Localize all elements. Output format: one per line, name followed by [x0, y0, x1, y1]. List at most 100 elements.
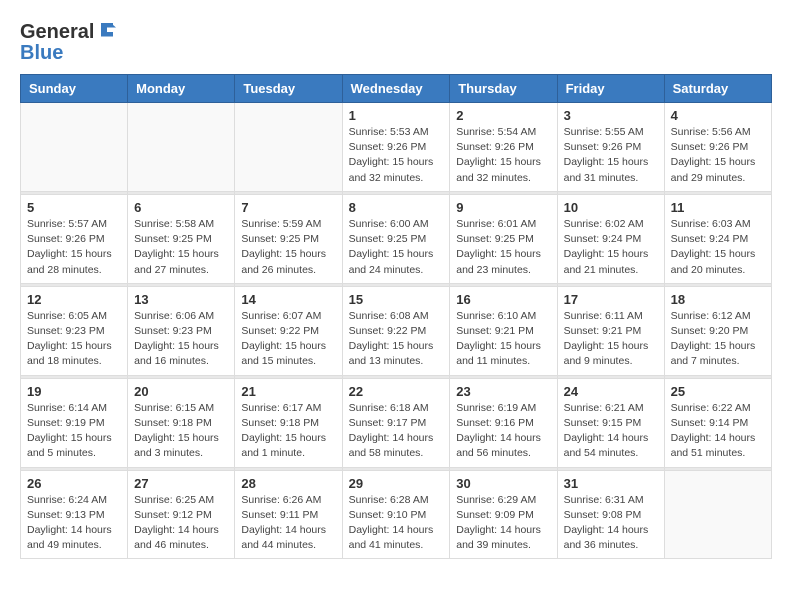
day-info: Sunrise: 6:14 AM Sunset: 9:19 PM Dayligh…	[27, 401, 121, 462]
logo-container: General Blue	[20, 20, 121, 64]
day-number: 3	[564, 108, 658, 123]
day-number: 9	[456, 200, 550, 215]
day-info: Sunrise: 6:01 AM Sunset: 9:25 PM Dayligh…	[456, 217, 550, 278]
calendar-cell: 12Sunrise: 6:05 AM Sunset: 9:23 PM Dayli…	[21, 286, 128, 375]
day-info: Sunrise: 5:53 AM Sunset: 9:26 PM Dayligh…	[349, 125, 444, 186]
day-number: 22	[349, 384, 444, 399]
day-number: 6	[134, 200, 228, 215]
weekday-header-tuesday: Tuesday	[235, 75, 342, 103]
calendar-cell: 14 Sunrise: 6:07 AM Sunset: 9:22 PM Dayli…	[235, 286, 342, 375]
day-info: Sunrise: 6:26 AM Sunset: 9:11 PM Dayligh…	[241, 493, 335, 554]
calendar-cell	[21, 103, 128, 192]
calendar-week-row: 19 Sunrise: 6:14 AM Sunset: 9:19 PM Dayli…	[21, 378, 772, 467]
day-number: 26	[27, 476, 121, 491]
day-number: 7	[241, 200, 335, 215]
calendar-cell: 11Sunrise: 6:03 AM Sunset: 9:24 PM Dayli…	[664, 194, 771, 283]
day-number: 13	[134, 292, 228, 307]
calendar-cell: 3Sunrise: 5:55 AM Sunset: 9:26 PM Daylig…	[557, 103, 664, 192]
calendar-cell: 18Sunrise: 6:12 AM Sunset: 9:20 PM Dayli…	[664, 286, 771, 375]
calendar-cell: 17 Sunrise: 6:11 AM Sunset: 9:21 PM Dayli…	[557, 286, 664, 375]
calendar-week-row: 5 Sunrise: 5:57 AM Sunset: 9:26 PM Daylig…	[21, 194, 772, 283]
day-info: Sunrise: 5:59 AM Sunset: 9:25 PM Dayligh…	[241, 217, 335, 278]
day-info: Sunrise: 5:54 AM Sunset: 9:26 PM Dayligh…	[456, 125, 550, 186]
calendar-cell: 6 Sunrise: 5:58 AM Sunset: 9:25 PM Daylig…	[128, 194, 235, 283]
calendar-cell: 31 Sunrise: 6:31 AM Sunset: 9:08 PM Dayli…	[557, 470, 664, 559]
day-number: 18	[671, 292, 765, 307]
calendar-cell: 30Sunrise: 6:29 AM Sunset: 9:09 PM Dayli…	[450, 470, 557, 559]
calendar-cell: 24Sunrise: 6:21 AM Sunset: 9:15 PM Dayli…	[557, 378, 664, 467]
calendar-cell: 22 Sunrise: 6:18 AM Sunset: 9:17 PM Dayli…	[342, 378, 450, 467]
day-number: 29	[349, 476, 444, 491]
weekday-header-sunday: Sunday	[21, 75, 128, 103]
calendar-week-row: 26 Sunrise: 6:24 AM Sunset: 9:13 PM Dayli…	[21, 470, 772, 559]
day-info: Sunrise: 6:02 AM Sunset: 9:24 PM Dayligh…	[564, 217, 658, 278]
day-info: Sunrise: 6:28 AM Sunset: 9:10 PM Dayligh…	[349, 493, 444, 554]
calendar-cell: 23 Sunrise: 6:19 AM Sunset: 9:16 PM Dayli…	[450, 378, 557, 467]
day-info: Sunrise: 5:56 AM Sunset: 9:26 PM Dayligh…	[671, 125, 765, 186]
day-number: 21	[241, 384, 335, 399]
calendar-cell: 9 Sunrise: 6:01 AM Sunset: 9:25 PM Daylig…	[450, 194, 557, 283]
calendar-cell: 2 Sunrise: 5:54 AM Sunset: 9:26 PM Daylig…	[450, 103, 557, 192]
day-info: Sunrise: 6:24 AM Sunset: 9:13 PM Dayligh…	[27, 493, 121, 554]
calendar-table: SundayMondayTuesdayWednesdayThursdayFrid…	[20, 74, 772, 559]
page-header: General Blue	[20, 20, 772, 64]
day-info: Sunrise: 6:07 AM Sunset: 9:22 PM Dayligh…	[241, 309, 335, 370]
day-info: Sunrise: 6:17 AM Sunset: 9:18 PM Dayligh…	[241, 401, 335, 462]
calendar-cell	[235, 103, 342, 192]
logo-flag-icon	[97, 20, 121, 44]
day-number: 28	[241, 476, 335, 491]
calendar-week-row: 12Sunrise: 6:05 AM Sunset: 9:23 PM Dayli…	[21, 286, 772, 375]
calendar-cell: 7 Sunrise: 5:59 AM Sunset: 9:25 PM Daylig…	[235, 194, 342, 283]
calendar-cell: 28 Sunrise: 6:26 AM Sunset: 9:11 PM Dayli…	[235, 470, 342, 559]
day-number: 5	[27, 200, 121, 215]
day-number: 1	[349, 108, 444, 123]
day-number: 10	[564, 200, 658, 215]
day-number: 11	[671, 200, 765, 215]
calendar-cell	[128, 103, 235, 192]
day-info: Sunrise: 6:15 AM Sunset: 9:18 PM Dayligh…	[134, 401, 228, 462]
logo: General Blue	[20, 20, 121, 64]
calendar-cell: 27 Sunrise: 6:25 AM Sunset: 9:12 PM Dayli…	[128, 470, 235, 559]
day-number: 27	[134, 476, 228, 491]
day-number: 31	[564, 476, 658, 491]
day-info: Sunrise: 6:00 AM Sunset: 9:25 PM Dayligh…	[349, 217, 444, 278]
day-number: 16	[456, 292, 550, 307]
day-number: 24	[564, 384, 658, 399]
day-info: Sunrise: 6:22 AM Sunset: 9:14 PM Dayligh…	[671, 401, 765, 462]
calendar-cell: 1 Sunrise: 5:53 AM Sunset: 9:26 PM Daylig…	[342, 103, 450, 192]
calendar-cell: 5 Sunrise: 5:57 AM Sunset: 9:26 PM Daylig…	[21, 194, 128, 283]
day-info: Sunrise: 6:11 AM Sunset: 9:21 PM Dayligh…	[564, 309, 658, 370]
day-number: 2	[456, 108, 550, 123]
day-info: Sunrise: 6:18 AM Sunset: 9:17 PM Dayligh…	[349, 401, 444, 462]
day-number: 25	[671, 384, 765, 399]
calendar-cell: 13Sunrise: 6:06 AM Sunset: 9:23 PM Dayli…	[128, 286, 235, 375]
day-number: 17	[564, 292, 658, 307]
calendar-cell: 4 Sunrise: 5:56 AM Sunset: 9:26 PM Daylig…	[664, 103, 771, 192]
day-info: Sunrise: 6:25 AM Sunset: 9:12 PM Dayligh…	[134, 493, 228, 554]
calendar-cell: 10 Sunrise: 6:02 AM Sunset: 9:24 PM Dayli…	[557, 194, 664, 283]
day-info: Sunrise: 6:05 AM Sunset: 9:23 PM Dayligh…	[27, 309, 121, 370]
day-info: Sunrise: 5:57 AM Sunset: 9:26 PM Dayligh…	[27, 217, 121, 278]
weekday-header-saturday: Saturday	[664, 75, 771, 103]
calendar-cell: 19 Sunrise: 6:14 AM Sunset: 9:19 PM Dayli…	[21, 378, 128, 467]
day-number: 23	[456, 384, 550, 399]
day-number: 4	[671, 108, 765, 123]
day-number: 20	[134, 384, 228, 399]
calendar-cell: 26 Sunrise: 6:24 AM Sunset: 9:13 PM Dayli…	[21, 470, 128, 559]
calendar-cell: 21 Sunrise: 6:17 AM Sunset: 9:18 PM Dayli…	[235, 378, 342, 467]
calendar-cell: 15 Sunrise: 6:08 AM Sunset: 9:22 PM Dayli…	[342, 286, 450, 375]
day-info: Sunrise: 5:58 AM Sunset: 9:25 PM Dayligh…	[134, 217, 228, 278]
calendar-cell	[664, 470, 771, 559]
logo-blue-text: Blue	[20, 42, 121, 64]
calendar-week-row: 1 Sunrise: 5:53 AM Sunset: 9:26 PM Daylig…	[21, 103, 772, 192]
day-number: 15	[349, 292, 444, 307]
day-info: Sunrise: 6:08 AM Sunset: 9:22 PM Dayligh…	[349, 309, 444, 370]
day-info: Sunrise: 6:31 AM Sunset: 9:08 PM Dayligh…	[564, 493, 658, 554]
weekday-header-thursday: Thursday	[450, 75, 557, 103]
day-info: Sunrise: 6:29 AM Sunset: 9:09 PM Dayligh…	[456, 493, 550, 554]
day-info: Sunrise: 6:19 AM Sunset: 9:16 PM Dayligh…	[456, 401, 550, 462]
day-number: 19	[27, 384, 121, 399]
day-number: 14	[241, 292, 335, 307]
calendar-cell: 25 Sunrise: 6:22 AM Sunset: 9:14 PM Dayli…	[664, 378, 771, 467]
calendar-cell: 8Sunrise: 6:00 AM Sunset: 9:25 PM Daylig…	[342, 194, 450, 283]
